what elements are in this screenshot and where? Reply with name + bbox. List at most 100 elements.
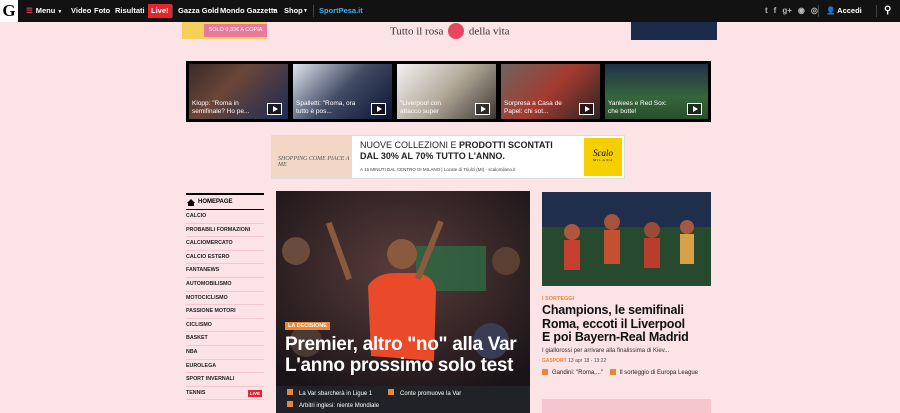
sidebar-item-calciomercato[interactable]: CALCIOMERCATO [186,237,264,251]
sidebar-item-motociclismo[interactable]: MOTOCICLISMO [186,292,264,306]
nav-foto[interactable]: Foto [94,0,110,22]
ad-placeholder [542,399,711,413]
user-icon: 👤 [826,6,836,15]
play-icon[interactable] [267,103,282,115]
story-category: I SORTEGGI [542,296,575,302]
tagline: Tutto il rosa della vita [390,23,510,40]
video-caption: Klopp: "Roma in semifinale? Ho pe... [192,100,250,115]
twitter-icon[interactable]: t [765,6,768,15]
story-category: LA DECISIONE [285,322,330,330]
nav-shop[interactable]: Shop [284,0,303,22]
video-caption: Sorpresa a Casa de Papel: chi sot... [504,100,562,115]
banner-line1-a: NUOVE COLLEZIONI E [360,140,460,150]
title-line: Champions, le semifinali [542,303,684,317]
title-line: Roma, eccoti il Liverpool [542,316,685,331]
title-line: E poi Bayern-Real Madrid [542,330,689,344]
article-icon [609,368,616,375]
section-sidebar: HOMEPAGE CALCIO PROBABILI FORMAZIONI CAL… [186,193,264,401]
top-right-ad[interactable] [631,22,717,40]
video-item[interactable]: Sorpresa a Casa de Papel: chi sot... [501,64,600,119]
banner-line1: NUOVE COLLEZIONI E PRODOTTI SCONTATI [360,140,553,150]
sidebar-item-automobilismo[interactable]: AUTOMOBILISMO [186,278,264,292]
nav-divider [876,5,877,17]
googleplus-icon[interactable]: g+ [782,6,792,15]
video-item[interactable]: Yankees e Red Sox: che botte! [605,64,708,119]
article-icon [388,389,394,396]
sidebar-item-homepage[interactable]: HOMEPAGE [186,193,264,210]
video-caption: Yankees e Red Sox: che botte! [608,100,667,115]
video-strip: Klopp: "Roma in semifinale? Ho pe... Spa… [186,61,711,122]
sidebar-item-tennis[interactable]: TENNIS LIVE [186,387,264,401]
nav-mondo-gazzetta[interactable]: Mondo Gazzetta [220,0,278,22]
sidebar-item-calcio-estero[interactable]: CALCIO ESTERO [186,251,264,265]
video-item[interactable]: Spalletti: "Roma, ora tutto è pos... [293,64,392,119]
story-description: I giallorossi per arrivare alla finaliss… [542,347,670,354]
play-icon[interactable] [687,103,702,115]
play-icon[interactable] [371,103,386,115]
story-date: 13 apr 18 - 13:22 [568,357,607,364]
live-button[interactable]: Live! [148,4,172,18]
play-icon[interactable] [475,103,490,115]
banner-line2: DAL 30% AL 70% TUTTO L'ANNO. [360,151,505,161]
related-link[interactable]: Gandini: "Roma,..." [542,368,603,376]
tennis-label: TENNIS [186,389,206,396]
secondary-story[interactable]: I SORTEGGI Champions, le semifinali Roma,… [542,192,711,413]
sidebar-item-nba[interactable]: NBA [186,346,264,360]
nav-video[interactable]: Video [71,0,91,22]
sidebar-item-fantanews[interactable]: FANTANEWS [186,264,264,278]
chevron-down-icon: ▼ [303,8,308,14]
messenger-icon[interactable]: ◎ [811,6,818,15]
play-icon[interactable] [579,103,594,115]
related-link[interactable]: Il sorteggio di Europa League [609,368,698,376]
video-icon [542,368,548,375]
story-title[interactable]: Champions, le semifinali Roma, eccoti il … [542,303,711,345]
nav-divider [818,5,819,17]
nav-sportpesa[interactable]: SportPesa.it [319,0,363,22]
main-story[interactable]: LA DECISIONE Premier, altro "no" alla Va… [276,191,530,413]
sidebar-item-probabili-formazioni[interactable]: PROBABILI FORMAZIONI [186,224,264,238]
brand-name: Scalo [593,148,613,158]
ad-price-text: SOLO 0,33€ A COPIA [204,24,267,37]
nav-divider [313,5,314,17]
tagline-left: Tutto il rosa [390,25,444,38]
title-line: L'anno prossimo solo test [285,355,514,376]
sidebar-item-ciclismo[interactable]: CICLISMO [186,319,264,333]
video-item[interactable]: "Liverpool con attacco super [397,64,496,119]
related-link[interactable]: Conte promuove la Var [388,389,461,398]
story-title[interactable]: Premier, altro "no" alla Var L'anno pross… [285,334,525,376]
top-left-ad[interactable]: SOLO 0,33€ A COPIA [182,22,267,39]
nav-gazza-gold[interactable]: Gazza Gold [178,0,219,22]
live-badge: LIVE [247,389,262,397]
banner-line3: A 15 MINUTI DAL CENTRO DI MILANO | Locat… [360,167,516,172]
related-link[interactable]: Arbitri inglesi: niente Mondiale [287,401,379,410]
sidebar-item-sport-invernali[interactable]: SPORT INVERNALI [186,373,264,387]
title-line: Premier, altro "no" alla Var [285,334,517,355]
chevron-down-icon: ▼ [57,9,63,15]
rss-icon[interactable]: ◉ [798,6,805,15]
video-caption: Spalletti: "Roma, ora tutto è pos... [296,100,356,115]
chevron-down-icon: ▼ [272,8,277,14]
related-link[interactable]: La Var sbarcherà in Ligue 1 [287,389,372,398]
social-links: t f g+ ◉ ◎ [765,0,824,22]
gazzetta-logo[interactable]: G [0,0,18,22]
menu-button[interactable]: ☰ Menu ▼ [22,0,66,22]
celebration-photo [542,192,711,286]
top-navbar: G ☰ Menu ▼ Video Foto Risultati Live! Gazz… [0,0,900,22]
login-button[interactable]: 👤 Accedi [826,0,862,22]
sidebar-item-passione-motori[interactable]: PASSIONE MOTORI [186,305,264,319]
scalo-banner-ad[interactable]: SHOPPING COME PIACE A ME NUOVE COLLEZION… [271,135,625,179]
menu-label: Menu [35,6,56,15]
sidebar-item-calcio[interactable]: CALCIO [186,210,264,224]
sidebar-item-eurolega[interactable]: EUROLEGA [186,360,264,374]
banner-line1-b: PRODOTTI SCONTATI [459,140,553,150]
nav-risultati[interactable]: Risultati [115,0,145,22]
article-icon [287,389,293,396]
shopping-photo: SHOPPING COME PIACE A ME [272,136,352,178]
brand-sub: MILANO [593,158,613,162]
story-meta: GASPORT 13 apr 18 - 13:22 [542,358,711,364]
video-item[interactable]: Klopp: "Roma in semifinale? Ho pe... [189,64,288,119]
facebook-icon[interactable]: f [774,6,777,15]
video-caption: "Liverpool con attacco super [400,100,441,115]
search-icon[interactable]: ⚲ [884,0,891,22]
sidebar-item-basket[interactable]: BASKET [186,332,264,346]
